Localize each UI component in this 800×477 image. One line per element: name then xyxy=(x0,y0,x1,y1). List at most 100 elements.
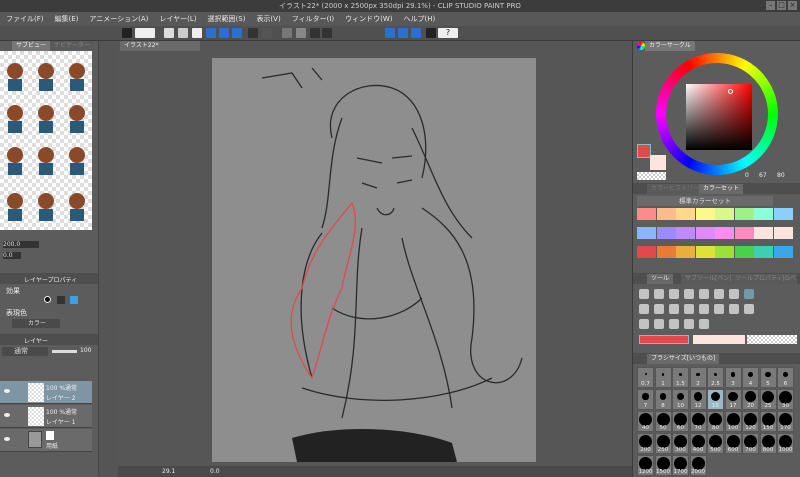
ruler-tool-icon[interactable] xyxy=(654,319,664,329)
tool-main-color[interactable] xyxy=(639,335,689,344)
color-swatch[interactable] xyxy=(637,246,656,258)
menu-edit[interactable]: 編集(E) xyxy=(55,12,79,26)
tab-layer[interactable]: レイヤー xyxy=(24,336,48,345)
save-icon[interactable] xyxy=(192,28,202,38)
brush-size-item[interactable]: 1.5 xyxy=(672,367,689,388)
brush-size-item[interactable]: 60 xyxy=(672,411,689,432)
correct-line-tool-icon[interactable] xyxy=(699,319,709,329)
brush-size-item[interactable]: 500 xyxy=(707,433,724,454)
gradient-tool-icon[interactable] xyxy=(729,304,739,314)
zoom-field[interactable]: 200.0 xyxy=(3,241,39,248)
minimize-button[interactable]: – xyxy=(766,1,775,10)
eye-icon[interactable] xyxy=(4,413,10,417)
export-icon[interactable] xyxy=(232,28,242,38)
ruler-snap-icon[interactable] xyxy=(385,28,395,38)
main-color-swatch[interactable] xyxy=(637,144,651,158)
color-swatch[interactable] xyxy=(734,208,754,220)
brush-size-item[interactable]: 150 xyxy=(759,411,777,432)
color-swatch[interactable] xyxy=(676,246,695,258)
color-swatch[interactable] xyxy=(715,246,734,258)
brush-size-item[interactable]: 80 xyxy=(707,411,724,432)
zoom-tool-icon[interactable] xyxy=(639,289,649,299)
brush-size-item[interactable]: 800 xyxy=(759,433,777,454)
menu-filter[interactable]: フィルター(I) xyxy=(292,12,334,26)
color-swatch[interactable] xyxy=(637,227,656,239)
eraser-tool-icon[interactable] xyxy=(699,304,709,314)
color-swatch[interactable] xyxy=(676,227,695,239)
eye-icon[interactable] xyxy=(4,389,10,393)
close-button[interactable]: × xyxy=(788,1,797,10)
brush-size-item[interactable]: 200 xyxy=(637,433,654,454)
color-swatch[interactable] xyxy=(754,208,773,220)
clear-icon[interactable] xyxy=(282,28,292,38)
fill-tool-icon[interactable] xyxy=(714,304,724,314)
brush-size-item[interactable]: 30 xyxy=(777,389,794,410)
undo-icon[interactable] xyxy=(248,28,258,38)
tone-effect-icon[interactable] xyxy=(57,296,65,304)
export-icon[interactable] xyxy=(219,28,229,38)
opacity-slider[interactable] xyxy=(52,350,77,353)
brush-size-item[interactable]: 5 xyxy=(759,367,777,388)
tab-canvas[interactable]: イラスト22* xyxy=(120,41,200,51)
brush-size-item[interactable]: 17 xyxy=(724,389,742,410)
auto-select-tool-icon[interactable] xyxy=(714,289,724,299)
rotation-value[interactable]: 0.0 xyxy=(210,468,220,475)
layer-row[interactable]: 用紙 xyxy=(0,429,92,452)
menu-window[interactable]: ウィンドウ(W) xyxy=(345,12,392,26)
tab-color-set[interactable]: カラーセット xyxy=(699,184,744,194)
frame-tool-icon[interactable] xyxy=(639,319,649,329)
text-tool-icon[interactable] xyxy=(669,319,679,329)
menu-view[interactable]: 表示(V) xyxy=(256,12,280,26)
move-tool-icon[interactable] xyxy=(654,289,664,299)
brush-size-item[interactable]: 40 xyxy=(637,411,654,432)
brush-size-item[interactable]: 300 xyxy=(672,433,689,454)
decoration-tool-icon[interactable] xyxy=(684,304,694,314)
border-effect-icon[interactable] xyxy=(44,296,51,303)
clip-studio-button[interactable] xyxy=(135,28,155,38)
brush-size-item[interactable]: 400 xyxy=(689,433,707,454)
menu-animation[interactable]: アニメーション(A) xyxy=(89,12,148,26)
transparent-color-swatch[interactable] xyxy=(637,172,666,180)
selection-tool-icon[interactable] xyxy=(684,289,694,299)
ruler-snap-icon[interactable] xyxy=(398,28,408,38)
color-swatch[interactable] xyxy=(676,208,695,220)
redo-icon[interactable] xyxy=(262,28,272,38)
zoom-value[interactable]: 29.1 xyxy=(162,468,175,475)
brush-size-item[interactable]: 70 xyxy=(689,411,707,432)
brush-size-item[interactable]: 1200 xyxy=(637,455,654,476)
blend-mode-select[interactable]: 通常 xyxy=(2,347,48,356)
brush-size-item[interactable]: 6 xyxy=(777,367,794,388)
color-swatch[interactable] xyxy=(715,227,734,239)
tool-transparent-color[interactable] xyxy=(747,335,797,344)
brush-size-item[interactable]: 1500 xyxy=(654,455,672,476)
saturation-value-square[interactable] xyxy=(686,84,752,150)
color-swatch[interactable] xyxy=(754,227,773,239)
eyedropper-tool-icon[interactable] xyxy=(729,289,739,299)
opacity-value[interactable]: 100 xyxy=(80,347,91,354)
color-swatch[interactable] xyxy=(773,246,793,258)
brush-tool-icon[interactable] xyxy=(654,304,664,314)
help-icon[interactable]: ? xyxy=(438,28,458,38)
color-swatch[interactable] xyxy=(656,227,676,239)
figure-tool-icon[interactable] xyxy=(744,304,754,314)
color-swatch[interactable] xyxy=(656,246,676,258)
tab-subtool[interactable]: サブツール[ペン] xyxy=(681,274,736,284)
tab-subview[interactable]: サブビュー xyxy=(12,41,51,51)
airbrush-tool-icon[interactable] xyxy=(669,304,679,314)
sub-color-swatch[interactable] xyxy=(650,155,666,170)
color-swatch[interactable] xyxy=(656,208,676,220)
brush-size-item[interactable]: 2.5 xyxy=(707,367,724,388)
brush-size-item[interactable]: 700 xyxy=(742,433,759,454)
canvas-paper[interactable] xyxy=(212,58,536,462)
tab-tool[interactable]: ツール xyxy=(647,274,674,284)
grid-icon[interactable] xyxy=(122,28,132,38)
tab-color-history[interactable]: カラーヒストリー xyxy=(647,184,704,194)
brush-size-item[interactable]: 7 xyxy=(637,389,654,410)
color-swatch[interactable] xyxy=(734,227,754,239)
menu-selection[interactable]: 選択範囲(S) xyxy=(208,12,246,26)
transform-icon[interactable] xyxy=(310,28,320,38)
color-set-select[interactable]: 標準カラーセット xyxy=(637,196,773,206)
brush-size-item[interactable]: 0.7 xyxy=(637,367,654,388)
ruler-snap-icon[interactable] xyxy=(411,28,421,38)
menu-layer[interactable]: レイヤー(L) xyxy=(159,12,196,26)
